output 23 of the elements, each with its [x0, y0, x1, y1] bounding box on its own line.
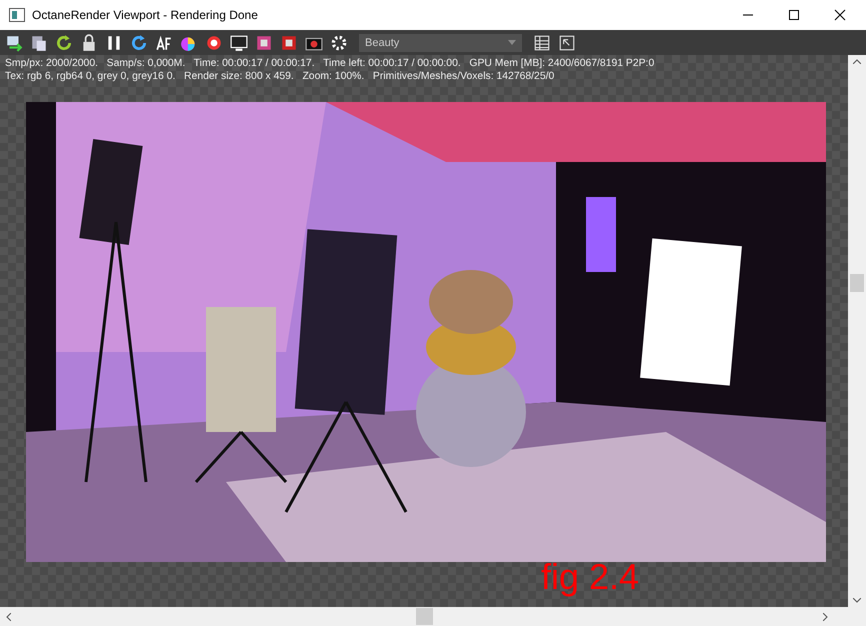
- refresh-icon[interactable]: [55, 34, 73, 52]
- figure-caption: fig 2.4: [541, 557, 640, 597]
- window-title: OctaneRender Viewport - Rendering Done: [32, 8, 258, 22]
- render-pass-dropdown[interactable]: Beauty: [359, 34, 522, 52]
- table-icon[interactable]: [533, 34, 551, 52]
- scroll-up-icon[interactable]: [853, 59, 861, 64]
- target-icon[interactable]: [205, 34, 223, 52]
- app-icon: [9, 8, 25, 22]
- scroll-left-icon[interactable]: [6, 612, 11, 620]
- monitor-icon[interactable]: [230, 34, 248, 52]
- import-icon[interactable]: [5, 34, 23, 52]
- caret-icon: [508, 40, 516, 45]
- scrollbar-thumb[interactable]: [416, 608, 433, 625]
- window-icon[interactable]: [558, 34, 576, 52]
- restart-icon[interactable]: [130, 34, 148, 52]
- render-stats: Smp/px: 2000/2000. Samp/s: 0,000M. Time: 00:00:17 / 00:00:17. Time left: 00:00:17 / 00:00:00. GPU Mem [MB]: 2400/6067/8191 P2P:0 Tex: rgb 6, rgb64 0, grey 0, grey16 0. Render size: 800 x 459. Zoom: 100%. Primitives/Meshes/Voxels: 142768/25/0: [4, 57, 656, 83]
- text-icon[interactable]: [155, 34, 173, 52]
- scroll-down-icon[interactable]: [853, 598, 861, 603]
- maximize-icon[interactable]: [788, 9, 800, 21]
- clipboard-icon[interactable]: [30, 34, 48, 52]
- scroll-right-icon[interactable]: [823, 612, 828, 620]
- close-icon[interactable]: [834, 9, 846, 21]
- scrollbar-thumb[interactable]: [850, 274, 864, 292]
